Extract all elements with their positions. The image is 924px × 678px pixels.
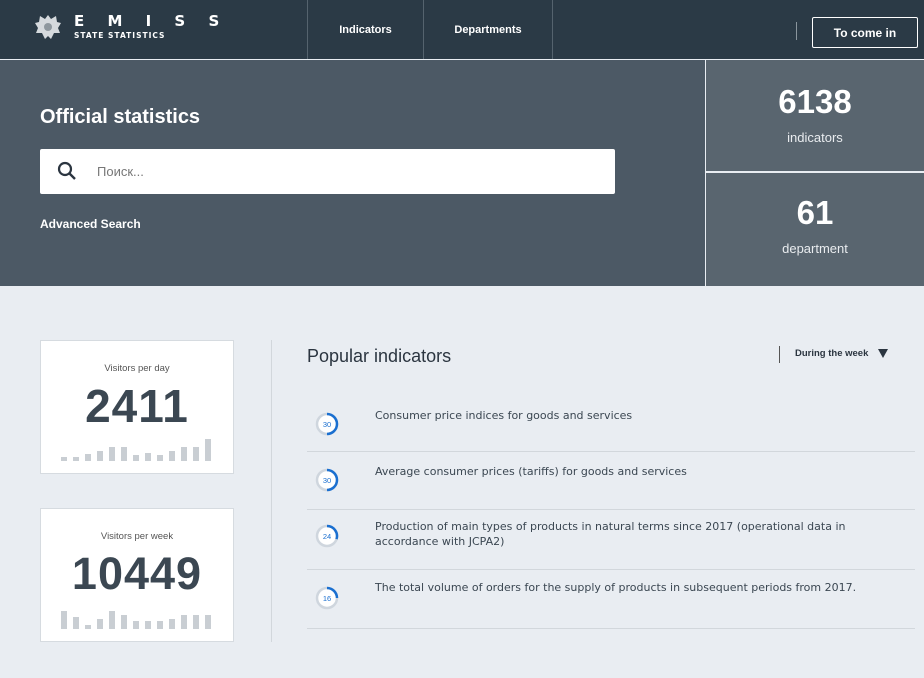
search-icon[interactable] bbox=[57, 161, 77, 181]
period-dropdown[interactable]: During the week bbox=[795, 348, 889, 359]
search-input[interactable] bbox=[97, 159, 597, 183]
dropdown-arrow-icon bbox=[878, 349, 889, 358]
section-divider bbox=[271, 340, 272, 642]
nav-divider bbox=[796, 22, 797, 40]
visitors-day-value: 2411 bbox=[85, 380, 189, 432]
popular-item-count: 16 bbox=[323, 594, 331, 603]
progress-ring-icon: 24 bbox=[315, 524, 339, 548]
indicators-stat[interactable]: 6138 indicators bbox=[706, 60, 924, 171]
progress-ring-icon: 30 bbox=[315, 412, 339, 436]
top-navbar: E M I S S STATE STATISTICS Indicators De… bbox=[0, 0, 924, 59]
indicators-count: 6138 bbox=[778, 83, 852, 120]
popular-item-text: Consumer price indices for goods and ser… bbox=[375, 409, 633, 422]
hero-panel: Official statistics Advanced Search bbox=[0, 60, 705, 286]
visitors-per-week-card: Visitors per week 10449 bbox=[40, 508, 234, 642]
popular-item-count: 30 bbox=[323, 476, 331, 485]
popular-item-text: Average consumer prices (tariffs) for go… bbox=[375, 465, 687, 478]
nav-departments[interactable]: Departments bbox=[423, 0, 553, 59]
visitors-week-label: Visitors per week bbox=[100, 531, 174, 542]
progress-ring-icon: 16 bbox=[315, 586, 339, 610]
visitors-week-value: 10449 bbox=[71, 548, 203, 599]
indicators-label: indicators bbox=[787, 130, 843, 145]
visitors-week-sparkline bbox=[61, 607, 215, 629]
popular-indicators-title: Popular indicators bbox=[307, 346, 452, 366]
popular-item-count: 24 bbox=[323, 532, 331, 541]
period-label: During the week bbox=[795, 348, 869, 359]
popular-item-text: Production of main types of products in … bbox=[375, 520, 846, 548]
departments-count: 61 bbox=[796, 194, 834, 231]
progress-ring-icon: 30 bbox=[315, 468, 339, 492]
brand-title: E M I S S bbox=[74, 12, 229, 30]
period-divider bbox=[779, 346, 780, 363]
advanced-search-link[interactable]: Advanced Search bbox=[40, 217, 141, 231]
popular-item[interactable]: 16 The total volume of orders for the su… bbox=[307, 570, 915, 629]
popular-item-count: 30 bbox=[323, 420, 331, 429]
departments-label: department bbox=[782, 241, 848, 256]
coat-of-arms-icon bbox=[35, 15, 61, 39]
visitors-day-label: Visitors per day bbox=[104, 363, 170, 374]
popular-item[interactable]: 30 Consumer price indices for goods and … bbox=[307, 394, 915, 452]
search-box bbox=[40, 149, 615, 194]
page-title: Official statistics bbox=[40, 106, 201, 128]
visitors-per-day-card: Visitors per day 2411 bbox=[40, 340, 234, 474]
popular-item[interactable]: 24 Production of main types of products … bbox=[307, 510, 915, 570]
brand-subtitle: STATE STATISTICS bbox=[74, 31, 166, 40]
login-button[interactable]: To come in bbox=[812, 17, 918, 48]
brand-logo[interactable]: E M I S S STATE STATISTICS bbox=[34, 12, 228, 42]
departments-stat[interactable]: 61 department bbox=[706, 173, 924, 286]
popular-item-text: The total volume of orders for the suppl… bbox=[375, 581, 857, 594]
popular-item[interactable]: 30 Average consumer prices (tariffs) for… bbox=[307, 452, 915, 510]
visitors-day-sparkline bbox=[61, 439, 215, 461]
nav-indicators[interactable]: Indicators bbox=[307, 0, 423, 59]
